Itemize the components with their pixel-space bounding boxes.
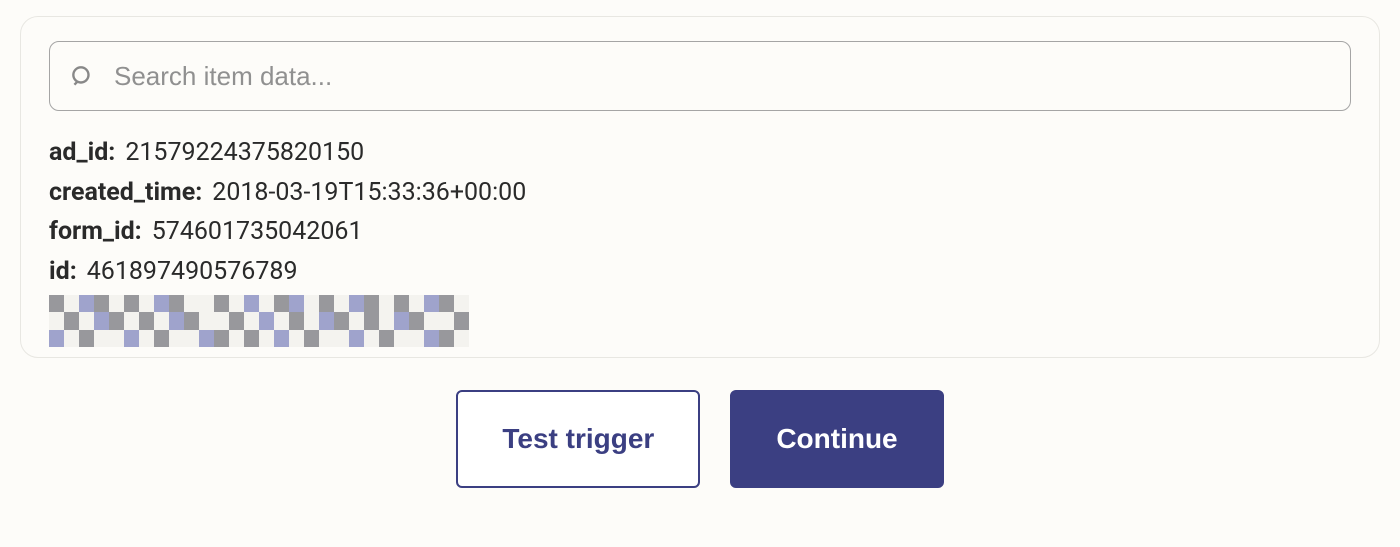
action-buttons: Test trigger Continue xyxy=(0,390,1400,488)
data-row-form-id: form_id: 574601735042061 xyxy=(49,212,1351,252)
data-key: id: xyxy=(49,252,77,292)
test-trigger-button[interactable]: Test trigger xyxy=(456,390,700,488)
data-key: created_time: xyxy=(49,173,202,213)
continue-button[interactable]: Continue xyxy=(730,390,943,488)
data-panel: ad_id: 21579224375820150 created_time: 2… xyxy=(20,16,1380,358)
data-list: ad_id: 21579224375820150 created_time: 2… xyxy=(49,133,1351,347)
data-key: ad_id: xyxy=(49,133,115,173)
data-key: form_id: xyxy=(49,212,142,252)
data-value: 574601735042061 xyxy=(152,212,363,252)
data-row-created-time: created_time: 2018-03-19T15:33:36+00:00 xyxy=(49,173,1351,213)
redacted-content xyxy=(49,295,469,347)
search-icon xyxy=(68,62,96,90)
data-row-id: id: 461897490576789 xyxy=(49,252,1351,292)
data-value: 21579224375820150 xyxy=(125,133,364,173)
data-value: 2018-03-19T15:33:36+00:00 xyxy=(212,173,526,213)
data-value: 461897490576789 xyxy=(87,252,298,292)
data-row-ad-id: ad_id: 21579224375820150 xyxy=(49,133,1351,173)
search-field[interactable] xyxy=(49,41,1351,111)
search-input[interactable] xyxy=(96,61,1332,92)
